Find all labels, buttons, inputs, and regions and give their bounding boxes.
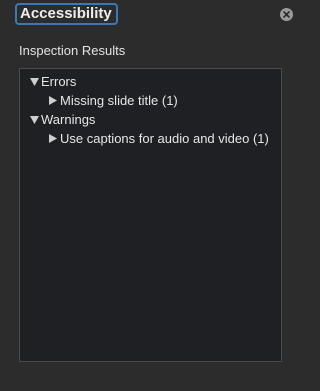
close-button[interactable] xyxy=(280,8,293,21)
pane-title-focus[interactable]: Accessibility xyxy=(15,3,118,25)
tree-item-label: Missing slide title (1) xyxy=(60,93,178,108)
accessibility-pane: Accessibility Inspection Results Errors … xyxy=(0,0,300,391)
disclosure-collapsed-icon[interactable] xyxy=(48,134,58,144)
tree-item-missing-slide-title[interactable]: Missing slide title (1) xyxy=(20,91,281,110)
disclosure-expanded-icon[interactable] xyxy=(29,77,39,87)
tree-item-label: Use captions for audio and video (1) xyxy=(60,131,269,146)
tree-group-errors[interactable]: Errors xyxy=(20,72,281,91)
tree-group-label: Warnings xyxy=(41,112,96,127)
tree-group-warnings[interactable]: Warnings xyxy=(20,110,281,129)
pane-title: Accessibility xyxy=(20,5,112,22)
inspection-results-tree[interactable]: Errors Missing slide title (1) Warnings … xyxy=(19,68,282,362)
inspection-results-label: Inspection Results xyxy=(19,43,126,58)
tree-item-use-captions[interactable]: Use captions for audio and video (1) xyxy=(20,129,281,148)
disclosure-collapsed-icon[interactable] xyxy=(48,96,58,106)
disclosure-expanded-icon[interactable] xyxy=(29,115,39,125)
tree-group-label: Errors xyxy=(41,74,77,89)
close-icon xyxy=(283,11,290,18)
